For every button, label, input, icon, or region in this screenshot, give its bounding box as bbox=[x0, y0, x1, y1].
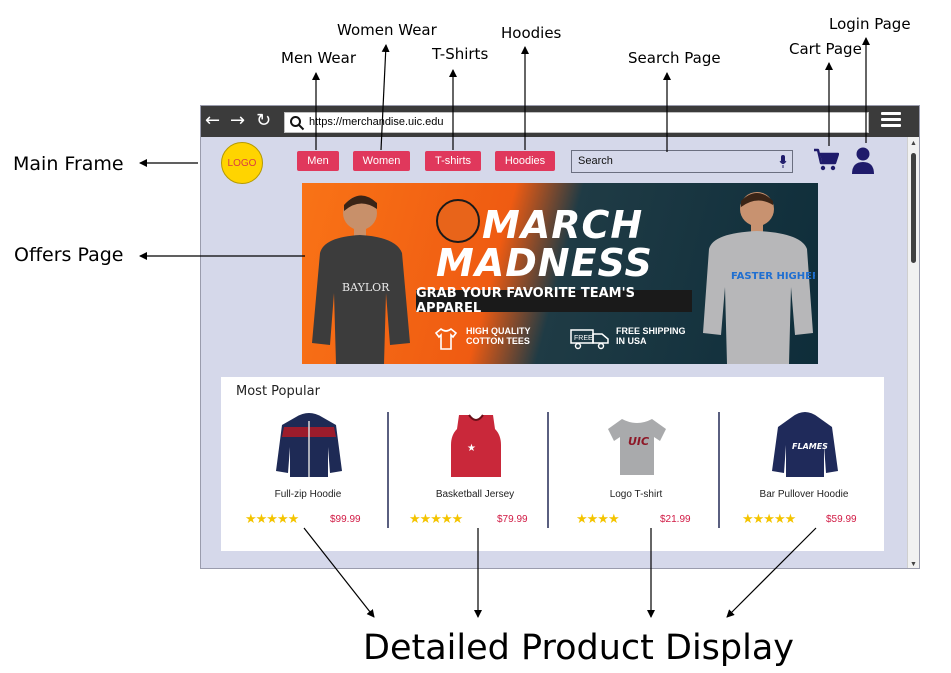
scroll-thumb[interactable] bbox=[911, 153, 916, 263]
basketball-icon bbox=[436, 199, 480, 243]
svg-text:FREE: FREE bbox=[574, 335, 593, 342]
annotation-cart-page: Cart Page bbox=[789, 40, 862, 58]
offers-banner[interactable]: BAYLOR MARCH MADNESS GRAB YOUR FAVORITE … bbox=[302, 183, 818, 364]
product-rating: ★★★★★ bbox=[742, 511, 796, 526]
tshirt-image: UIC bbox=[608, 419, 666, 475]
product-card[interactable]: ★ Basketball Jersey ★★★★★ $79.99 bbox=[396, 407, 554, 532]
product-rating: ★★★★ bbox=[576, 511, 620, 526]
product-divider bbox=[718, 412, 720, 528]
product-price: $99.99 bbox=[330, 514, 361, 525]
product-price: $59.99 bbox=[826, 514, 857, 525]
right-model-image: FASTER HIGHER STRONGER BULLDOGS bbox=[703, 192, 815, 364]
annotation-offers-page: Offers Page bbox=[14, 244, 124, 266]
product-card[interactable]: Full-zip Hoodie ★★★★★ $99.99 bbox=[229, 407, 387, 532]
annotation-login-page: Login Page bbox=[829, 15, 911, 33]
product-name[interactable]: Full-zip Hoodie bbox=[229, 489, 387, 500]
user-icon[interactable] bbox=[851, 146, 875, 174]
product-card[interactable]: UIC Logo T-shirt ★★★★ $21.99 bbox=[557, 407, 715, 532]
annotation-men-wear: Men Wear bbox=[281, 49, 356, 67]
product-rating: ★★★★★ bbox=[245, 511, 299, 526]
nav-tshirts-button[interactable]: T-shirts bbox=[425, 151, 481, 171]
svg-text:★: ★ bbox=[467, 443, 476, 454]
scroll-down-icon[interactable]: ▼ bbox=[910, 561, 917, 568]
truck-icon: FREE bbox=[570, 329, 609, 350]
annotation-tshirts: T-Shirts bbox=[432, 45, 489, 63]
tshirt-icon bbox=[434, 327, 458, 350]
nav-hoodies-button[interactable]: Hoodies bbox=[495, 151, 555, 171]
url-text: https://merchandise.uic.edu bbox=[309, 116, 444, 128]
product-rating: ★★★★★ bbox=[409, 511, 463, 526]
product-divider bbox=[547, 412, 549, 528]
annotation-search-page: Search Page bbox=[628, 49, 721, 67]
search-input[interactable]: Search bbox=[571, 150, 793, 173]
annotation-main-frame: Main Frame bbox=[13, 153, 124, 175]
product-name[interactable]: Basketball Jersey bbox=[396, 489, 554, 500]
mic-icon[interactable] bbox=[779, 155, 787, 169]
scroll-up-icon[interactable]: ▲ bbox=[910, 140, 917, 147]
most-popular-section: Most Popular Full-zip Hoodie ★★★★★ $99.9… bbox=[221, 377, 884, 551]
product-name[interactable]: Bar Pullover Hoodie bbox=[725, 489, 883, 500]
left-shirt-text: BAYLOR bbox=[342, 281, 390, 294]
hoodie-image bbox=[276, 413, 342, 477]
product-price: $21.99 bbox=[660, 514, 691, 525]
jersey-image: ★ bbox=[451, 414, 501, 477]
pullover-hoodie-image: FLAMES bbox=[772, 412, 838, 477]
browser-toolbar: ← → ↻ https://merchandise.uic.edu bbox=[201, 106, 919, 137]
site-logo[interactable]: LOGO bbox=[221, 142, 263, 184]
annotation-hoodies: Hoodies bbox=[501, 24, 562, 42]
search-icon bbox=[290, 116, 305, 131]
cart-icon[interactable] bbox=[813, 148, 839, 172]
menu-icon[interactable] bbox=[881, 112, 901, 130]
browser-window: ← → ↻ https://merchandise.uic.edu ▲ ▼ LO… bbox=[200, 105, 920, 569]
nav-women-button[interactable]: Women bbox=[353, 151, 410, 171]
reload-icon[interactable]: ↻ bbox=[256, 110, 271, 132]
left-model-image: BAYLOR bbox=[312, 195, 410, 364]
annotation-women-wear: Women Wear bbox=[337, 21, 437, 39]
address-bar[interactable]: https://merchandise.uic.edu bbox=[284, 112, 869, 133]
svg-text:UIC: UIC bbox=[628, 435, 649, 448]
product-divider bbox=[387, 412, 389, 528]
right-shirt-text: FASTER HIGHER STRONGER BULLDOGS bbox=[731, 271, 815, 282]
most-popular-title: Most Popular bbox=[236, 384, 320, 399]
scrollbar[interactable]: ▲ ▼ bbox=[907, 137, 919, 568]
banner-title-line2: MADNESS bbox=[436, 241, 653, 285]
banner-subtitle: GRAB YOUR FAVORITE TEAM'S APPAREL bbox=[416, 286, 692, 316]
banner-feature-quality: HIGH QUALITY COTTON TEES bbox=[466, 326, 531, 346]
banner-feature-shipping: FREE SHIPPING IN USA bbox=[616, 326, 686, 346]
back-icon[interactable]: ← bbox=[205, 110, 220, 132]
forward-icon[interactable]: → bbox=[230, 110, 245, 132]
annotation-detailed-product-display: Detailed Product Display bbox=[363, 628, 795, 668]
product-price: $79.99 bbox=[497, 514, 528, 525]
svg-text:FLAMES: FLAMES bbox=[792, 442, 828, 451]
search-placeholder: Search bbox=[578, 155, 613, 167]
product-card[interactable]: FLAMES Bar Pullover Hoodie ★★★★★ $59.99 bbox=[725, 407, 883, 532]
nav-men-button[interactable]: Men bbox=[297, 151, 339, 171]
product-name[interactable]: Logo T-shirt bbox=[557, 489, 715, 500]
